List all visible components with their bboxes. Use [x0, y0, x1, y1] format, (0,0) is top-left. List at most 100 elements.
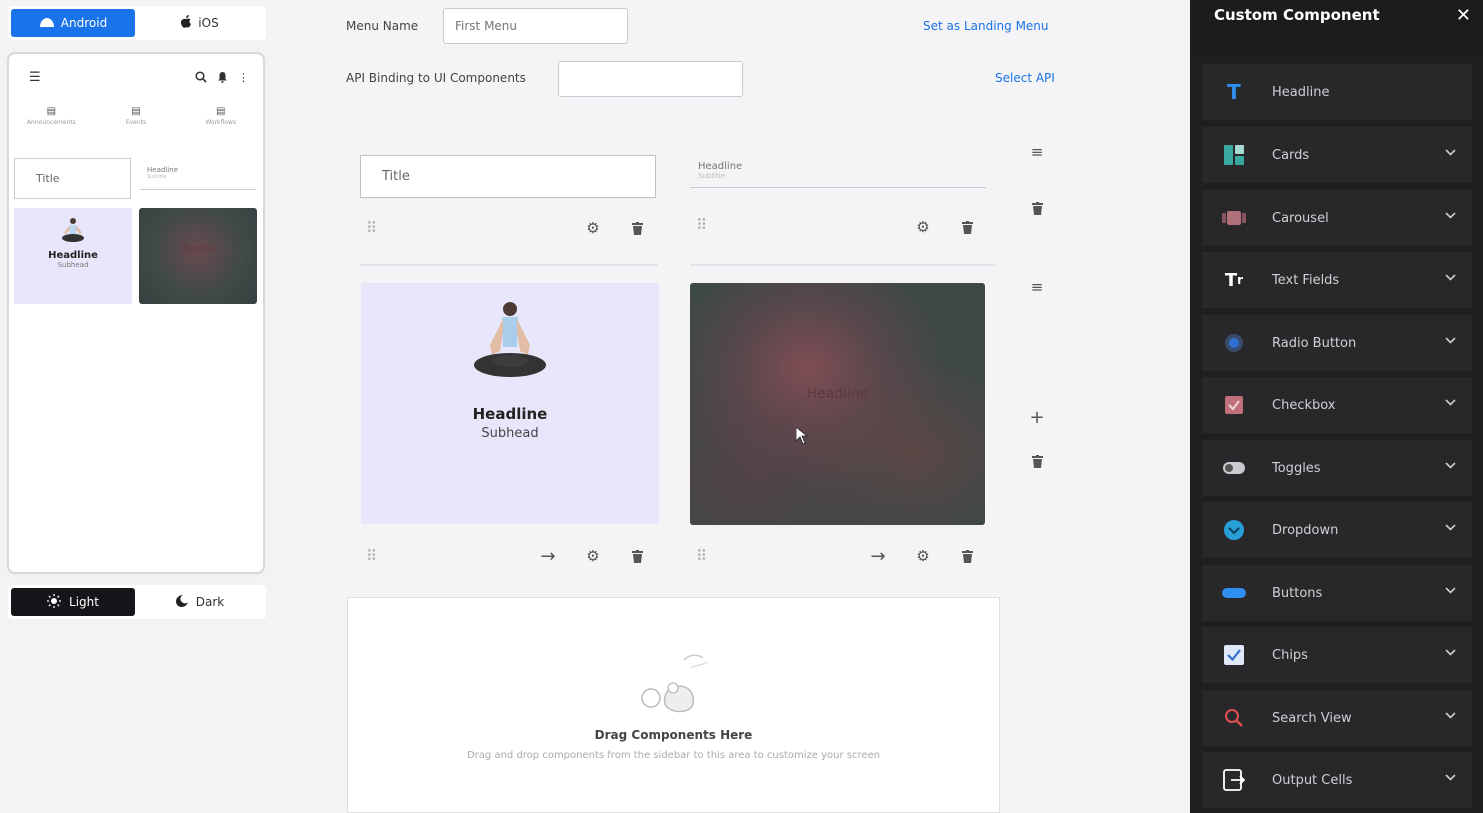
component-label: Text Fields — [1272, 272, 1340, 288]
ios-tab[interactable]: iOS — [138, 9, 262, 37]
chevron-down-icon[interactable] — [1445, 709, 1456, 722]
component-item-buttons[interactable]: Buttons — [1202, 565, 1472, 621]
component-item-carousel[interactable]: Carousel — [1202, 190, 1472, 246]
headline-input-component[interactable]: Headline Subtitle — [690, 158, 986, 188]
chevron-down-icon[interactable] — [1445, 459, 1456, 472]
component-drop-zone[interactable]: Drag Components Here Drag and drop compo… — [347, 597, 1000, 813]
gear-icon[interactable]: ⚙ — [912, 545, 934, 567]
trash-icon[interactable] — [956, 216, 978, 238]
headline-card-component[interactable]: Headline Subhead — [361, 283, 659, 524]
component-item-headline[interactable]: T Headline — [1202, 64, 1472, 120]
image-card-component[interactable]: Headline — [690, 283, 985, 525]
phone-card-image-title: Headline — [180, 244, 216, 253]
chevron-down-icon[interactable] — [1445, 334, 1456, 347]
drag-grip-icon[interactable]: ⠿ — [360, 545, 382, 567]
trash-icon[interactable] — [956, 545, 978, 567]
drag-grip-icon[interactable]: ⠿ — [360, 217, 382, 239]
bell-icon — [217, 71, 228, 86]
component-item-search-view[interactable]: Search View — [1202, 690, 1472, 746]
headline-icon: T — [1227, 80, 1241, 104]
android-tab[interactable]: Android — [11, 9, 135, 37]
phone-app-bar: ☰ ⋮ — [9, 54, 263, 98]
panel-header: Custom Component ✕ — [1190, 0, 1483, 56]
trash-icon[interactable] — [626, 217, 648, 239]
component-item-cards[interactable]: Cards — [1202, 127, 1472, 183]
panel-title: Custom Component — [1214, 6, 1380, 24]
headline-input-label: Headline — [698, 161, 743, 172]
component-item-text-fields[interactable]: Tr Text Fields — [1202, 252, 1472, 308]
component-item-output-cells[interactable]: Output Cells — [1202, 752, 1472, 808]
sun-icon — [47, 593, 62, 611]
menu-name-label: Menu Name — [346, 19, 419, 33]
component-label: Dropdown — [1272, 522, 1339, 538]
chevron-down-icon[interactable] — [1445, 584, 1456, 597]
yoga-image — [58, 216, 88, 246]
image-card-title: Headline — [806, 386, 869, 402]
nav-item-label: Announcements — [26, 119, 76, 126]
light-theme-button[interactable]: Light — [11, 588, 135, 616]
select-api-link[interactable]: Select API — [995, 71, 1055, 85]
nav-item-icon: ▤ — [215, 106, 226, 117]
delete-row-icon[interactable] — [1026, 197, 1048, 219]
phone-nav-item: ▤ Workflows — [178, 106, 263, 138]
row-divider — [360, 264, 658, 266]
add-row-icon[interactable]: + — [1026, 406, 1048, 428]
component-label: Radio Button — [1272, 335, 1357, 351]
arrow-right-icon[interactable]: → — [867, 545, 889, 567]
dark-theme-button[interactable]: Dark — [138, 588, 262, 616]
moon-icon — [175, 594, 188, 610]
gear-icon[interactable]: ⚙ — [912, 216, 934, 238]
api-binding-label: API Binding to UI Components — [346, 71, 526, 85]
carousel-icon — [1222, 206, 1246, 230]
component-label: Output Cells — [1272, 772, 1353, 788]
component-item-radio-button[interactable]: Radio Button — [1202, 315, 1472, 371]
chevron-down-icon[interactable] — [1445, 271, 1456, 284]
android-label: Android — [60, 16, 108, 30]
row-drag-handle-icon[interactable]: ≡ — [1026, 141, 1048, 163]
trash-icon[interactable] — [626, 545, 648, 567]
chevron-down-icon[interactable] — [1445, 396, 1456, 409]
gear-icon[interactable]: ⚙ — [582, 545, 604, 567]
card-subhead: Subhead — [481, 426, 539, 441]
more-vertical-icon: ⋮ — [238, 71, 249, 84]
yoga-image — [462, 297, 558, 393]
chevron-down-icon[interactable] — [1445, 771, 1456, 784]
chevron-down-icon[interactable] — [1445, 646, 1456, 659]
drag-grip-icon[interactable]: ⠿ — [690, 214, 712, 236]
delete-row-icon[interactable] — [1026, 450, 1048, 472]
phone-top-nav: ▤ Announcements ▤ Events ▤ Workflows — [9, 106, 263, 138]
close-icon[interactable]: ✕ — [1456, 5, 1471, 26]
nav-item-label: Workflows — [205, 119, 237, 126]
phone-card-subhead: Subhead — [57, 261, 89, 269]
arrow-right-icon[interactable]: → — [537, 545, 559, 567]
toggle-icon — [1222, 456, 1246, 480]
component-item-checkbox[interactable]: Checkbox — [1202, 377, 1472, 433]
menu-name-input[interactable]: First Menu — [443, 8, 628, 44]
phone-preview: ☰ ⋮ ▤ Announcements ▤ Events ▤ Workflows… — [9, 54, 263, 572]
gear-icon[interactable]: ⚙ — [582, 217, 604, 239]
component-item-dropdown[interactable]: Dropdown — [1202, 502, 1472, 558]
row-divider — [690, 264, 996, 266]
drag-grip-icon[interactable]: ⠿ — [690, 545, 712, 567]
ios-label: iOS — [198, 16, 219, 30]
drag-illustration-icon — [629, 648, 719, 718]
component-label: Carousel — [1272, 210, 1329, 226]
chevron-down-icon[interactable] — [1445, 209, 1456, 222]
output-cells-icon — [1222, 768, 1246, 792]
chevron-down-icon[interactable] — [1445, 146, 1456, 159]
title-input-component[interactable]: Title — [360, 155, 656, 198]
component-item-chips[interactable]: Chips — [1202, 627, 1472, 683]
dark-theme-label: Dark — [195, 595, 225, 609]
text-fields-icon: Tr — [1224, 269, 1244, 291]
component-label: Headline — [1272, 84, 1330, 100]
chevron-down-icon[interactable] — [1445, 521, 1456, 534]
row-drag-handle-icon[interactable]: ≡ — [1026, 276, 1048, 298]
nav-item-icon: ▤ — [131, 106, 141, 117]
set-landing-menu-link[interactable]: Set as Landing Menu — [923, 19, 1049, 33]
phone-card-title: Headline — [48, 250, 98, 261]
api-binding-input[interactable] — [558, 61, 743, 97]
custom-component-panel: Custom Component ✕ T Headline Cards Caro… — [1190, 0, 1483, 813]
component-item-toggles[interactable]: Toggles — [1202, 440, 1472, 496]
chips-icon — [1222, 643, 1246, 667]
phone-card-image: Headline — [139, 208, 257, 304]
